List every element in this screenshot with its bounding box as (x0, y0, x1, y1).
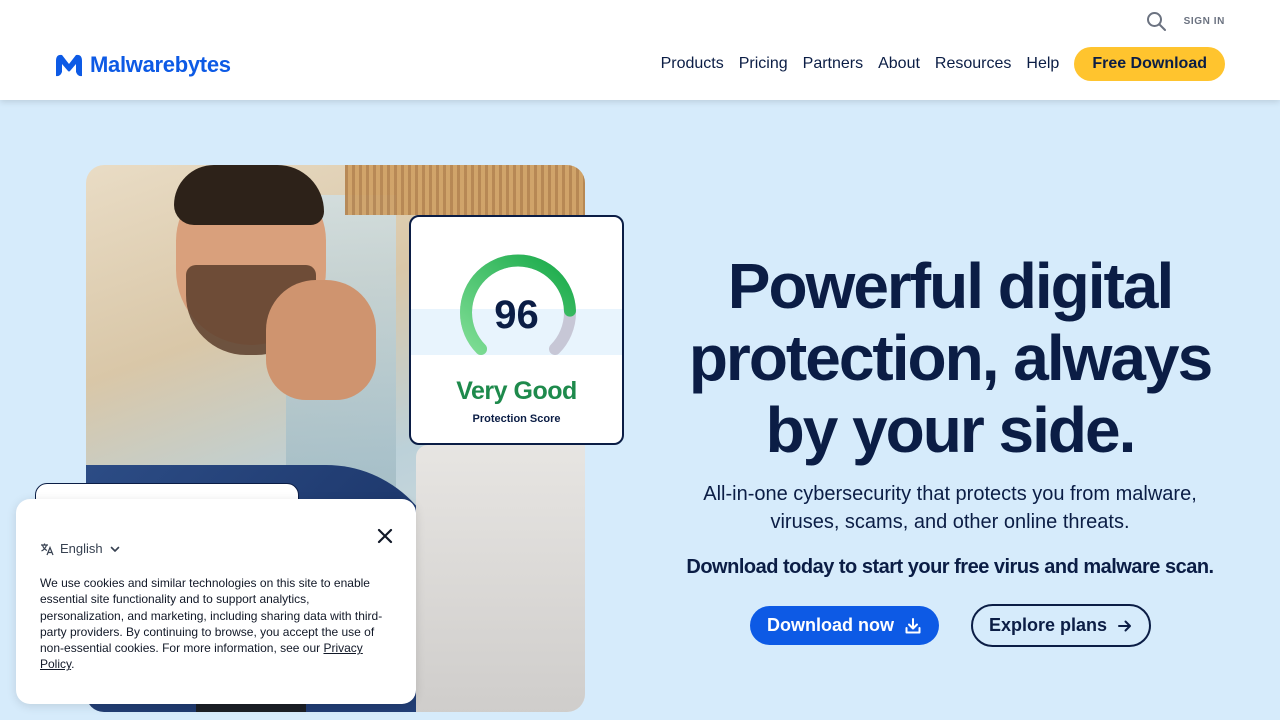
score-rating: Very Good (456, 377, 577, 405)
photo-hair (174, 165, 324, 225)
free-download-button[interactable]: Free Download (1074, 47, 1225, 81)
hero-cta-text: Download today to start your free virus … (686, 556, 1214, 578)
cookie-consent-dialog: English We use cookies and similar techn… (16, 499, 416, 704)
logo[interactable]: Malwarebytes (54, 52, 231, 78)
nav-pricing[interactable]: Pricing (739, 55, 788, 73)
hero-subtitle: All-in-one cybersecurity that protects y… (660, 480, 1240, 536)
search-icon[interactable] (1146, 11, 1166, 31)
chevron-down-icon (110, 546, 119, 552)
headline-line-2: protection, always (688, 322, 1213, 394)
main-nav: Products Pricing Partners About Resource… (661, 47, 1225, 81)
arrow-right-icon (1118, 620, 1132, 631)
site-header: SIGN IN Malwarebytes Products Pricing Pa… (0, 0, 1280, 100)
headline-line-3: by your side. (765, 394, 1137, 466)
language-label: English (60, 541, 103, 556)
photo-hand-phone (266, 280, 376, 400)
cookie-period: . (71, 657, 75, 672)
score-value: 96 (494, 293, 539, 337)
download-icon (905, 617, 921, 633)
nav-products[interactable]: Products (661, 55, 724, 73)
close-icon[interactable] (376, 527, 394, 545)
cookie-text: We use cookies and similar technologies … (40, 575, 390, 673)
headline-line-1: Powerful digital (727, 250, 1174, 322)
malwarebytes-logo-icon (56, 54, 82, 77)
sign-in-link[interactable]: SIGN IN (1184, 16, 1225, 27)
download-now-button[interactable]: Download now (750, 606, 939, 645)
translate-icon (41, 543, 54, 555)
subtitle-line-1: All-in-one cybersecurity that protects y… (703, 483, 1197, 505)
hero-headline: Powerful digital protection, always by y… (660, 250, 1240, 466)
logo-text: Malwarebytes (90, 52, 231, 77)
nav-resources[interactable]: Resources (935, 55, 1011, 73)
explore-plans-button[interactable]: Explore plans (971, 604, 1151, 647)
nav-about[interactable]: About (878, 55, 920, 73)
language-selector[interactable]: English (40, 541, 121, 556)
subtitle-line-2: viruses, scams, and other online threats… (770, 511, 1130, 533)
nav-help[interactable]: Help (1026, 55, 1059, 73)
download-now-label: Download now (767, 615, 894, 635)
utility-bar: SIGN IN (1146, 11, 1225, 31)
protection-score-card: 96 Very Good Protection Score (409, 215, 624, 445)
photo-blind (345, 165, 585, 215)
photo-laptop (416, 445, 585, 712)
nav-partners[interactable]: Partners (803, 55, 863, 73)
score-label: Protection Score (472, 413, 561, 425)
explore-plans-label: Explore plans (988, 615, 1108, 635)
